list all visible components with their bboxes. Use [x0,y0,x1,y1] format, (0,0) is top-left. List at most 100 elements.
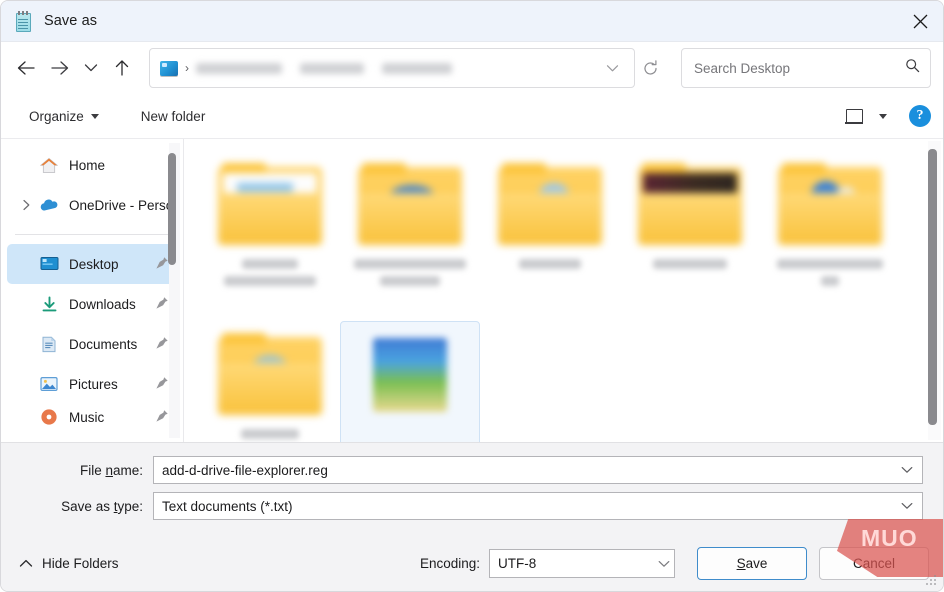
window-title: Save as [44,13,98,29]
chevron-down-icon[interactable] [896,502,918,510]
folder-icon [498,163,602,245]
desktop-icon [159,60,178,76]
breadcrumb-segment-redacted[interactable] [195,62,282,74]
view-options-caret-icon[interactable] [871,113,895,119]
caret-down-icon [90,113,99,119]
command-bar: Organize New folder ? [1,94,943,138]
list-item[interactable] [340,151,480,321]
sidebar-item-onedrive[interactable]: OneDrive - Perso [7,185,177,225]
save-form: File name: add-d-drive-file-explorer.reg… [1,442,943,535]
sidebar-item-home[interactable]: Home [7,145,177,185]
encoding-select[interactable]: UTF-8 [489,548,675,578]
help-label: ? [916,108,924,123]
close-icon[interactable] [897,1,943,42]
sidebar-divider [15,234,169,235]
address-bar[interactable]: › [148,48,635,88]
new-folder-button[interactable]: New folder [133,103,214,130]
cancel-button[interactable]: Cancel [819,546,929,580]
back-button[interactable] [9,50,43,86]
list-item[interactable] [480,151,620,321]
chevron-right-icon[interactable] [15,199,37,211]
refresh-icon[interactable] [635,51,667,85]
hide-folders-label: Hide Folders [42,555,119,571]
list-item[interactable] [200,321,340,442]
folder-icon [778,163,882,245]
resize-grip-icon[interactable] [925,574,938,587]
folder-icon [358,163,462,245]
organize-button[interactable]: Organize [21,103,107,130]
file-name-label: File name: [79,462,143,478]
file-name-value[interactable]: add-d-drive-file-explorer.reg [162,463,896,478]
sidebar-item-desktop[interactable]: Desktop [7,244,177,284]
sidebar-item-music[interactable]: Music [7,404,177,430]
sidebar-item-pictures[interactable]: Pictures [7,364,177,404]
chevron-up-icon [19,556,33,571]
hide-folders-button[interactable]: Hide Folders [19,556,119,571]
download-arrow-icon [37,296,61,313]
dialog-body: Home OneDrive - Perso Desktop Downloads … [1,138,943,442]
breadcrumb-segment-redacted[interactable] [381,62,452,74]
picture-icon [37,376,61,392]
pin-icon[interactable] [155,296,169,313]
sidebar-item-label: Documents [69,336,138,352]
dialog-footer: Hide Folders Encoding: UTF-8 Save Cancel… [1,519,943,591]
item-label-redacted [653,259,727,269]
sidebar-item-label: Music [69,409,105,425]
search-input[interactable] [693,60,905,76]
file-list-scrollbar-track[interactable] [928,141,941,440]
sidebar-scrollbar-track[interactable] [168,143,180,438]
breadcrumb-segment-redacted[interactable] [299,62,364,74]
sidebar-item-label: Downloads [69,296,136,312]
sidebar-item-documents[interactable]: Documents [7,324,177,364]
organize-label: Organize [29,108,84,124]
list-item[interactable] [760,151,900,321]
pin-icon[interactable] [155,409,169,426]
search-box[interactable] [680,48,931,88]
sidebar-scrollbar-thumb[interactable] [168,153,176,265]
file-grid [184,139,943,442]
list-item[interactable] [620,151,760,321]
encoding-value: UTF-8 [498,555,537,571]
onedrive-cloud-icon [37,198,61,212]
recent-locations-button[interactable] [77,50,105,86]
up-one-level-button[interactable] [105,50,139,86]
pin-icon[interactable] [155,376,169,393]
save-as-dialog: Save as › Search Desktop Organize New fo… [0,0,944,592]
save-as-type-field[interactable]: Text documents (*.txt) [153,492,923,520]
forward-button[interactable] [43,50,77,86]
item-label-redacted [777,259,883,286]
title-bar: Save as [1,1,943,42]
chevron-down-icon[interactable] [658,556,670,571]
pin-icon[interactable] [155,336,169,353]
file-name-field[interactable]: add-d-drive-file-explorer.reg [153,456,923,484]
file-name-row: File name: add-d-drive-file-explorer.reg [13,455,931,485]
search-icon [905,58,920,78]
save-button[interactable]: Save [697,546,807,580]
help-circle-icon[interactable]: ? [909,105,931,127]
breadcrumb[interactable] [195,62,598,74]
home-icon [37,157,61,174]
item-label-redacted [519,259,581,269]
save-as-type-value[interactable]: Text documents (*.txt) [162,499,896,514]
item-label-redacted [224,259,316,286]
desktop-monitor-icon [37,256,61,272]
address-dropdown-icon[interactable] [598,64,628,73]
sidebar-item-label: Home [69,157,106,173]
item-label-redacted [354,259,466,286]
notepad-icon [14,10,33,32]
folder-icon [638,163,742,245]
encoding-label: Encoding: [419,555,480,571]
file-list-scrollbar-thumb[interactable] [928,149,937,425]
music-icon [37,408,61,426]
chevron-down-icon[interactable] [896,466,918,474]
pin-icon[interactable] [155,256,169,273]
document-icon [37,336,61,353]
breadcrumb-separator: › [184,61,189,75]
view-layout-icon[interactable] [837,101,871,131]
list-item[interactable] [200,151,340,321]
sidebar-item-downloads[interactable]: Downloads [7,284,177,324]
file-list-pane[interactable] [183,139,943,442]
sidebar-item-label: Desktop [69,256,119,272]
list-item-selected[interactable] [340,321,480,442]
new-folder-label: New folder [140,108,206,124]
